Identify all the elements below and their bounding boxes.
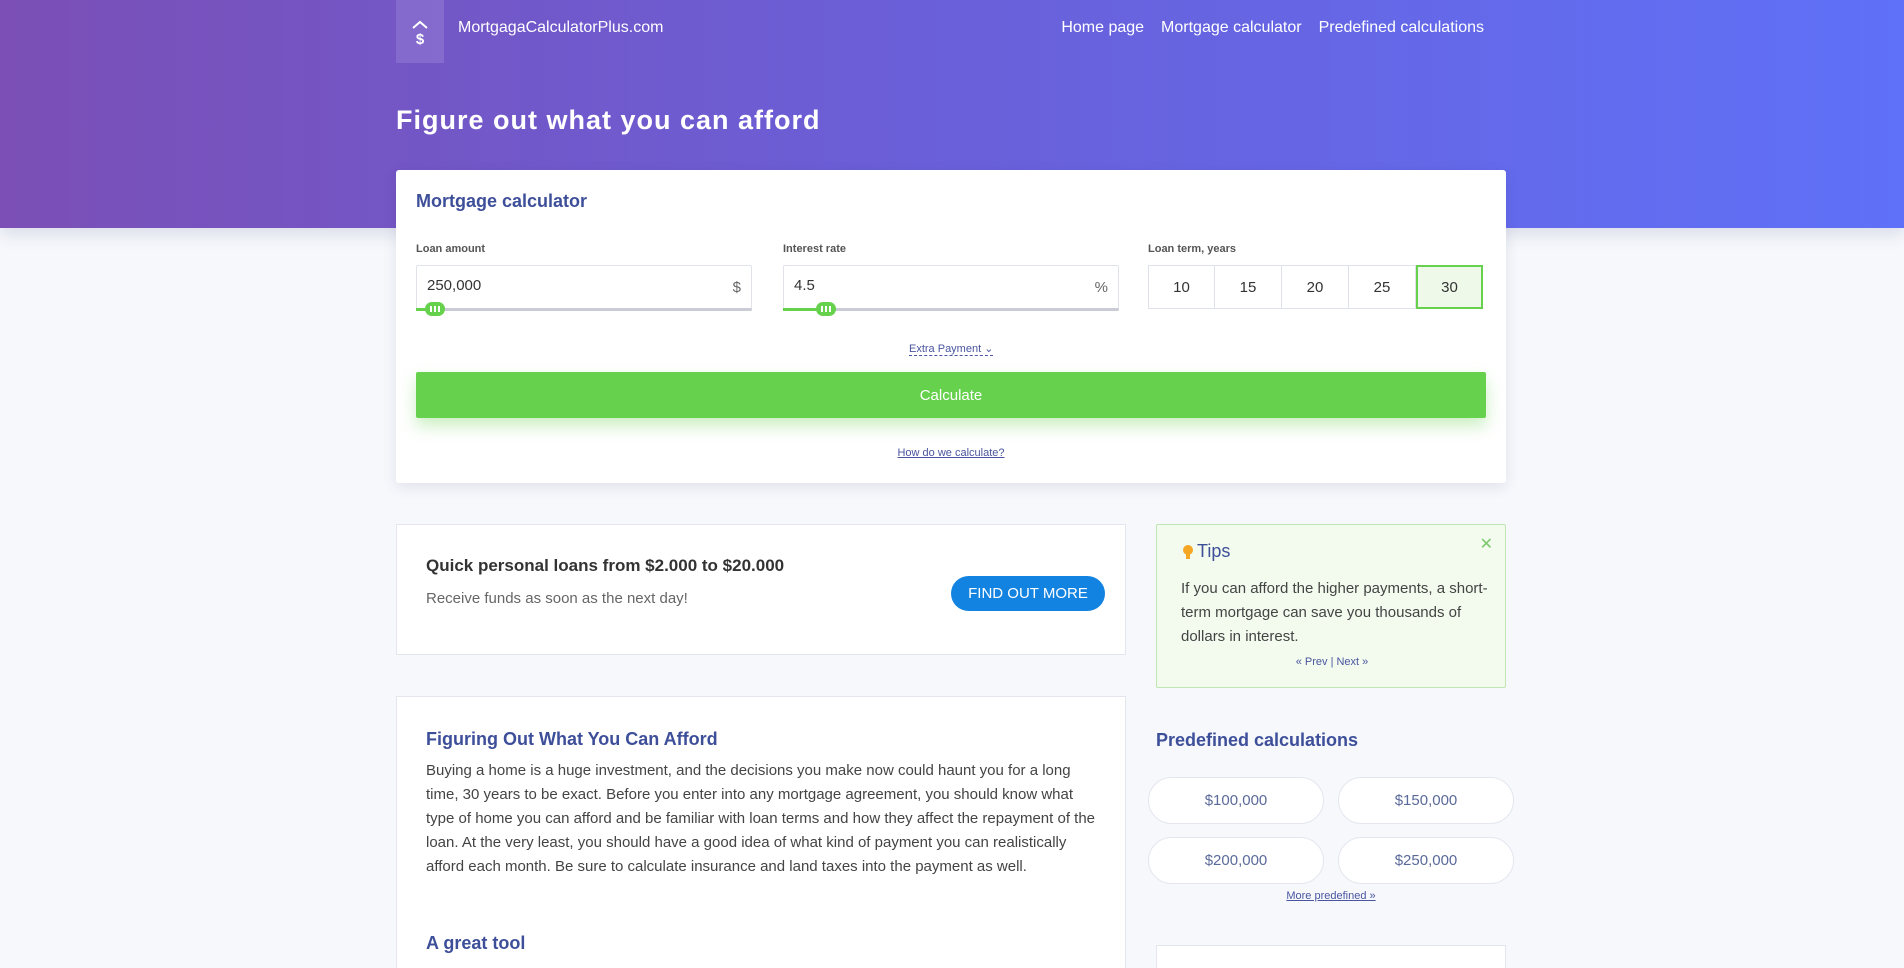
loan-term-selector: 10 15 20 25 30 xyxy=(1148,265,1483,309)
loan-amount-slider[interactable] xyxy=(416,302,752,316)
ad-card: Quick personal loans from $2.000 to $20.… xyxy=(396,524,1126,655)
dollar-unit: $ xyxy=(732,279,741,296)
dollar-home-icon: $ xyxy=(412,20,428,46)
predefined-item-200000[interactable]: $200,000 xyxy=(1148,837,1324,884)
more-predefined-link[interactable]: More predefined » xyxy=(1156,890,1506,902)
term-option-15[interactable]: 15 xyxy=(1215,265,1282,309)
loan-amount-slider-handle[interactable] xyxy=(425,302,445,316)
tips-separator: | xyxy=(1330,656,1334,668)
term-option-30[interactable]: 30 xyxy=(1416,265,1483,309)
interest-rate-input[interactable] xyxy=(794,277,1084,294)
article-paragraph: Buying a home is a huge investment, and … xyxy=(426,762,1096,875)
nav-predefined-calculations[interactable]: Predefined calculations xyxy=(1319,19,1484,37)
interest-rate-slider[interactable] xyxy=(783,302,1119,316)
extra-payment-toggle[interactable]: Extra Payment ⌄ xyxy=(909,342,994,356)
top-bar: $ MortgagaCalculatorPlus.com Home page M… xyxy=(396,0,1506,63)
calculator-card: Mortgage calculator Loan amount $ Intere… xyxy=(396,170,1506,483)
tips-prev-link[interactable]: « Prev xyxy=(1296,656,1328,668)
article-card: Figuring Out What You Can Afford Buying … xyxy=(396,696,1126,968)
interest-rate-slider-handle[interactable] xyxy=(816,302,836,316)
interest-rate-field[interactable]: % xyxy=(783,265,1119,309)
tips-text: If you can afford the higher payments, a… xyxy=(1181,580,1488,645)
percent-unit: % xyxy=(1094,279,1108,296)
extra-payment-label: Extra Payment xyxy=(909,343,982,355)
term-option-20[interactable]: 20 xyxy=(1282,265,1349,309)
nav-mortgage-calculator[interactable]: Mortgage calculator xyxy=(1161,19,1302,37)
brand-name[interactable]: MortgagaCalculatorPlus.com xyxy=(458,19,663,37)
ad-subtitle: Receive funds as soon as the next day! xyxy=(426,590,688,607)
loan-amount-input[interactable] xyxy=(427,277,717,294)
calculate-button[interactable]: Calculate xyxy=(416,372,1486,418)
predefined-item-150000[interactable]: $150,000 xyxy=(1338,777,1514,824)
predefined-title: Predefined calculations xyxy=(1156,730,1359,750)
loan-amount-field[interactable]: $ xyxy=(416,265,752,309)
tips-pagination: « Prev | Next » xyxy=(1157,656,1507,668)
lightbulb-icon xyxy=(1183,544,1193,559)
page-title: Figure out what you can afford xyxy=(396,105,821,135)
chevron-down-icon: ⌄ xyxy=(984,343,994,355)
interest-rate-label: Interest rate xyxy=(783,243,846,255)
tips-header: Tips xyxy=(1181,541,1230,562)
loan-amount-label: Loan amount xyxy=(416,243,486,255)
svg-text:$: $ xyxy=(416,31,425,46)
how-do-we-calculate-link[interactable]: How do we calculate? xyxy=(396,447,1506,459)
loan-term-label: Loan term, years xyxy=(1148,243,1237,255)
article-heading: Figuring Out What You Can Afford xyxy=(426,729,718,749)
sidebar-box xyxy=(1156,945,1506,968)
main-nav: Home page Mortgage calculator Predefined… xyxy=(1061,19,1484,37)
close-icon[interactable]: ✕ xyxy=(1480,534,1493,554)
calculator-title: Mortgage calculator xyxy=(416,191,588,211)
term-option-10[interactable]: 10 xyxy=(1148,265,1215,309)
article-subheading: A great tool xyxy=(426,933,526,953)
ad-title: Quick personal loans from $2.000 to $20.… xyxy=(426,556,785,575)
term-option-25[interactable]: 25 xyxy=(1349,265,1416,309)
logo[interactable]: $ xyxy=(396,0,444,63)
find-out-more-button[interactable]: FIND OUT MORE xyxy=(951,576,1105,611)
predefined-grid: $100,000 $150,000 $200,000 $250,000 xyxy=(1148,777,1514,884)
interest-rate-slider-fill xyxy=(783,308,820,311)
tips-card: Tips ✕ If you can afford the higher paym… xyxy=(1156,524,1506,688)
predefined-item-250000[interactable]: $250,000 xyxy=(1338,837,1514,884)
predefined-item-100000[interactable]: $100,000 xyxy=(1148,777,1324,824)
nav-home[interactable]: Home page xyxy=(1061,19,1144,37)
tips-title: Tips xyxy=(1197,541,1231,561)
tips-next-link[interactable]: Next » xyxy=(1336,656,1368,668)
